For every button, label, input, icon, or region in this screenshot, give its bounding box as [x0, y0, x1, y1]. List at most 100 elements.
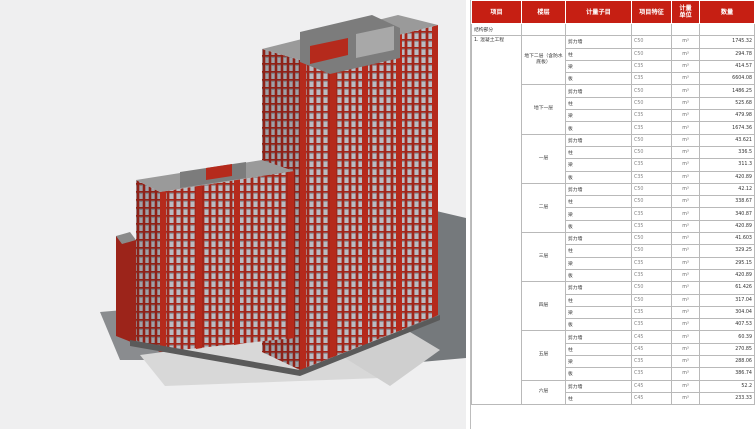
- feature-cell: C50: [631, 281, 672, 295]
- section-empty: [699, 22, 755, 37]
- quantity-cell: 61.426: [699, 281, 755, 295]
- feature-cell: C35: [631, 268, 672, 283]
- floor-cell: 地下一层: [521, 84, 566, 135]
- unit-cell: m³: [671, 268, 700, 283]
- sub-item-cell: 柱: [565, 293, 632, 307]
- floor-cell: 五层: [521, 330, 566, 381]
- quantity-table: 项目 楼层 计量子目 项目特征 计量 单位 数量 结构部分 1. 混凝土工程 地…: [471, 0, 755, 406]
- quantity-cell: 311.3: [699, 158, 755, 172]
- sub-item-cell: 梁: [565, 305, 632, 320]
- floor-cell: 三层: [521, 232, 566, 283]
- low-building-left-face: [136, 180, 160, 352]
- feature-cell: C35: [631, 305, 672, 320]
- quantity-cell: 1674.36: [699, 121, 755, 135]
- quantity-cell: 338.67: [699, 195, 755, 209]
- floor-cell: 二层: [521, 182, 566, 234]
- unit-cell: m³: [671, 367, 700, 381]
- quantity-cell: 270.85: [699, 342, 755, 357]
- floor-cell: 一层: [521, 133, 566, 184]
- tower-right-face: [300, 25, 438, 370]
- quantity-cell: 288.06: [699, 355, 755, 369]
- table-header-row: 项目 楼层 计量子目 项目特征 计量 单位 数量: [471, 0, 755, 24]
- sub-item-cell: 柱: [565, 47, 632, 61]
- quantity-cell: 304.04: [699, 305, 755, 320]
- feature-cell: C50: [631, 133, 672, 147]
- sub-item-cell: 剪力墙: [565, 281, 632, 295]
- feature-cell: C35: [631, 170, 672, 184]
- section-empty: [631, 22, 672, 37]
- sub-item-cell: 梁: [565, 59, 632, 74]
- unit-cell: m³: [671, 318, 700, 332]
- sub-item-cell: 柱: [565, 195, 632, 209]
- quantity-cell: 420.89: [699, 219, 755, 234]
- feature-cell: C35: [631, 121, 672, 135]
- quantity-cell: 525.68: [699, 96, 755, 111]
- unit-cell: m³: [671, 84, 700, 98]
- section-empty: [565, 22, 632, 37]
- unit-cell: m³: [671, 330, 700, 344]
- unit-cell: m³: [671, 158, 700, 172]
- section-label: 结构部分: [471, 22, 522, 37]
- unit-cell: m³: [671, 293, 700, 307]
- header-quantity: 数量: [699, 0, 755, 24]
- quantity-cell: 340.87: [699, 207, 755, 221]
- sub-item-cell: 梁: [565, 158, 632, 172]
- quantity-cell: 295.15: [699, 256, 755, 270]
- header-floor: 楼层: [521, 0, 566, 24]
- floor-cell: 六层: [521, 379, 566, 406]
- unit-cell: m³: [671, 391, 700, 406]
- quantity-cell: 42.12: [699, 182, 755, 197]
- feature-cell: C35: [631, 109, 672, 123]
- sub-item-cell: 板: [565, 72, 632, 86]
- feature-cell: C50: [631, 35, 672, 49]
- unit-cell: m³: [671, 145, 700, 160]
- table-row: 1. 混凝土工程 地下二层（含防水底板） 剪力墙 C50 m³ 1745.32: [471, 35, 755, 406]
- header-feature: 项目特征: [631, 0, 672, 24]
- unit-cell: m³: [671, 47, 700, 61]
- unit-cell: m³: [671, 256, 700, 270]
- header-unit: 计量 单位: [671, 0, 700, 24]
- feature-cell: C35: [631, 355, 672, 369]
- bim-model-render: [0, 0, 466, 429]
- sub-item-cell: 剪力墙: [565, 84, 632, 98]
- unit-cell: m³: [671, 72, 700, 86]
- sub-item-cell: 柱: [565, 145, 632, 160]
- header-sub-item: 计量子目: [565, 0, 632, 24]
- sub-item-cell: 板: [565, 170, 632, 184]
- feature-cell: C45: [631, 330, 672, 344]
- sub-item-cell: 柱: [565, 391, 632, 406]
- quantity-cell: 420.89: [699, 268, 755, 283]
- unit-cell: m³: [671, 59, 700, 74]
- sub-item-cell: 板: [565, 219, 632, 234]
- unit-cell: m³: [671, 281, 700, 295]
- unit-cell: m³: [671, 379, 700, 393]
- table-body: 结构部分 1. 混凝土工程 地下二层（含防水底板） 剪力墙 C50 m³ 1745.32 柱…: [471, 22, 755, 406]
- sub-item-cell: 板: [565, 318, 632, 332]
- floor-cell: 四层: [521, 281, 566, 332]
- feature-cell: C35: [631, 318, 672, 332]
- feature-cell: C50: [631, 182, 672, 197]
- quantity-cell: 294.78: [699, 47, 755, 61]
- sub-item-cell: 剪力墙: [565, 133, 632, 147]
- feature-cell: C50: [631, 96, 672, 111]
- quantity-cell: 1745.32: [699, 35, 755, 49]
- sub-item-cell: 剪力墙: [565, 182, 632, 197]
- feature-cell: C50: [631, 47, 672, 61]
- quantity-cell: 420.89: [699, 170, 755, 184]
- section-empty: [671, 22, 700, 37]
- unit-cell: m³: [671, 342, 700, 357]
- quantity-cell: 479.98: [699, 109, 755, 123]
- sub-item-cell: 梁: [565, 355, 632, 369]
- quantity-cell: 329.25: [699, 244, 755, 258]
- unit-cell: m³: [671, 96, 700, 111]
- item-cell: 1. 混凝土工程: [471, 35, 522, 406]
- floor-cell: 地下二层（含防水底板）: [521, 35, 566, 86]
- quantity-cell: 52.2: [699, 379, 755, 393]
- sub-item-cell: 剪力墙: [565, 379, 632, 393]
- quantity-cell: 386.74: [699, 367, 755, 381]
- feature-cell: C35: [631, 59, 672, 74]
- feature-cell: C35: [631, 72, 672, 86]
- quantity-cell: 43.621: [699, 133, 755, 147]
- sub-item-cell: 柱: [565, 244, 632, 258]
- quantity-cell: 317.04: [699, 293, 755, 307]
